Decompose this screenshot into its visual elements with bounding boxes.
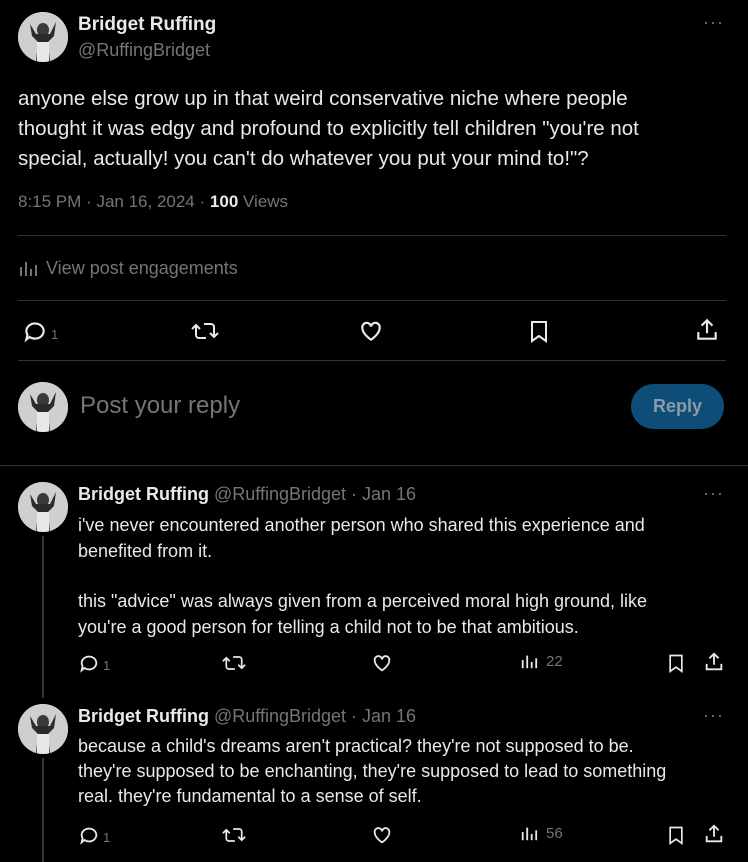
divider xyxy=(18,360,726,361)
divider xyxy=(18,300,726,301)
post-time[interactable]: 8:15 PM xyxy=(18,192,81,211)
analytics-icon xyxy=(520,824,538,842)
avatar[interactable] xyxy=(18,482,68,532)
reply-text: i've never encountered another person wh… xyxy=(78,512,647,640)
reply-text-line: benefited from it. xyxy=(78,541,213,561)
retweet-icon[interactable] xyxy=(191,318,219,344)
author-handle[interactable]: @RuffingBridget xyxy=(78,40,210,61)
like-icon[interactable] xyxy=(371,824,393,846)
more-icon[interactable]: ··· xyxy=(703,483,724,504)
author-name[interactable]: Bridget Ruffing xyxy=(78,706,209,726)
reply-icon xyxy=(78,652,100,674)
reply-text-line: they're supposed to be enchanting, they'… xyxy=(78,761,667,781)
share-icon[interactable] xyxy=(694,317,720,343)
share-icon[interactable] xyxy=(703,823,725,845)
reply-header: Bridget Ruffing @RuffingBridget · Jan 16 xyxy=(78,706,416,727)
post-meta: 8:15 PM · Jan 16, 2024 · 100 Views xyxy=(18,192,288,212)
engagements-label: View post engagements xyxy=(46,257,238,278)
retweet-icon[interactable] xyxy=(222,652,246,674)
like-icon[interactable] xyxy=(358,318,384,344)
more-icon[interactable]: ··· xyxy=(703,12,724,33)
author-handle-date[interactable]: @RuffingBridget · Jan 16 xyxy=(214,484,416,504)
reply-input[interactable]: Post your reply xyxy=(80,392,240,420)
reply-icon xyxy=(22,318,48,344)
post-text-line: anyone else grow up in that weird conser… xyxy=(18,87,628,110)
avatar[interactable] xyxy=(18,704,68,754)
reply-header: Bridget Ruffing @RuffingBridget · Jan 16 xyxy=(78,484,416,505)
avatar[interactable] xyxy=(18,12,68,62)
divider xyxy=(18,235,726,236)
views-count: 100 xyxy=(209,192,239,211)
reply-button[interactable]: 1 xyxy=(78,652,110,674)
reply-text-line: i've never encountered another person wh… xyxy=(78,515,645,535)
author-name[interactable]: Bridget Ruffing xyxy=(78,14,216,36)
avatar xyxy=(18,382,68,432)
views-count: 56 xyxy=(546,824,563,842)
reply-text-line: this "advice" was always given from a pe… xyxy=(78,591,648,611)
separator: · xyxy=(86,192,92,211)
reply-text-line: because a child's dreams aren't practica… xyxy=(78,736,634,756)
post-text: anyone else grow up in that weird conser… xyxy=(18,84,639,174)
post-date[interactable]: Jan 16, 2024 xyxy=(96,192,194,211)
divider xyxy=(0,465,748,466)
thread-line xyxy=(42,536,44,698)
reply-count: 1 xyxy=(51,326,59,342)
post-text-line: special, actually! you can't do whatever… xyxy=(18,147,589,170)
post-text-line: thought it was edgy and profound to expl… xyxy=(18,117,639,140)
views-button[interactable]: 22 xyxy=(520,652,563,670)
reply-button[interactable]: 1 xyxy=(22,318,58,344)
share-icon[interactable] xyxy=(703,651,725,673)
views-count: 22 xyxy=(546,652,563,670)
views-button[interactable]: 56 xyxy=(520,824,563,842)
reply-submit-button[interactable]: Reply xyxy=(631,384,724,429)
more-icon[interactable]: ··· xyxy=(703,705,724,726)
bookmark-icon[interactable] xyxy=(527,318,551,344)
reply-text-line: you're a good person for telling a child… xyxy=(78,617,579,637)
author-handle-date[interactable]: @RuffingBridget · Jan 16 xyxy=(214,706,416,726)
analytics-icon xyxy=(18,258,38,278)
bookmark-icon[interactable] xyxy=(666,652,686,674)
separator: · xyxy=(199,192,206,211)
reply-icon xyxy=(78,824,100,846)
bookmark-icon[interactable] xyxy=(666,824,686,846)
thread-line xyxy=(42,758,44,862)
reply-count: 1 xyxy=(103,657,111,673)
reply-count: 1 xyxy=(103,829,111,845)
analytics-icon xyxy=(520,652,538,670)
views-label: Views xyxy=(243,192,289,211)
reply-text-line: real. they're fundamental to a sense of … xyxy=(78,786,422,806)
retweet-icon[interactable] xyxy=(222,824,246,846)
reply-text: because a child's dreams aren't practica… xyxy=(78,734,666,809)
author-name[interactable]: Bridget Ruffing xyxy=(78,484,209,504)
view-engagements-link[interactable]: View post engagements xyxy=(18,256,238,280)
reply-button[interactable]: 1 xyxy=(78,824,110,846)
like-icon[interactable] xyxy=(371,652,393,674)
